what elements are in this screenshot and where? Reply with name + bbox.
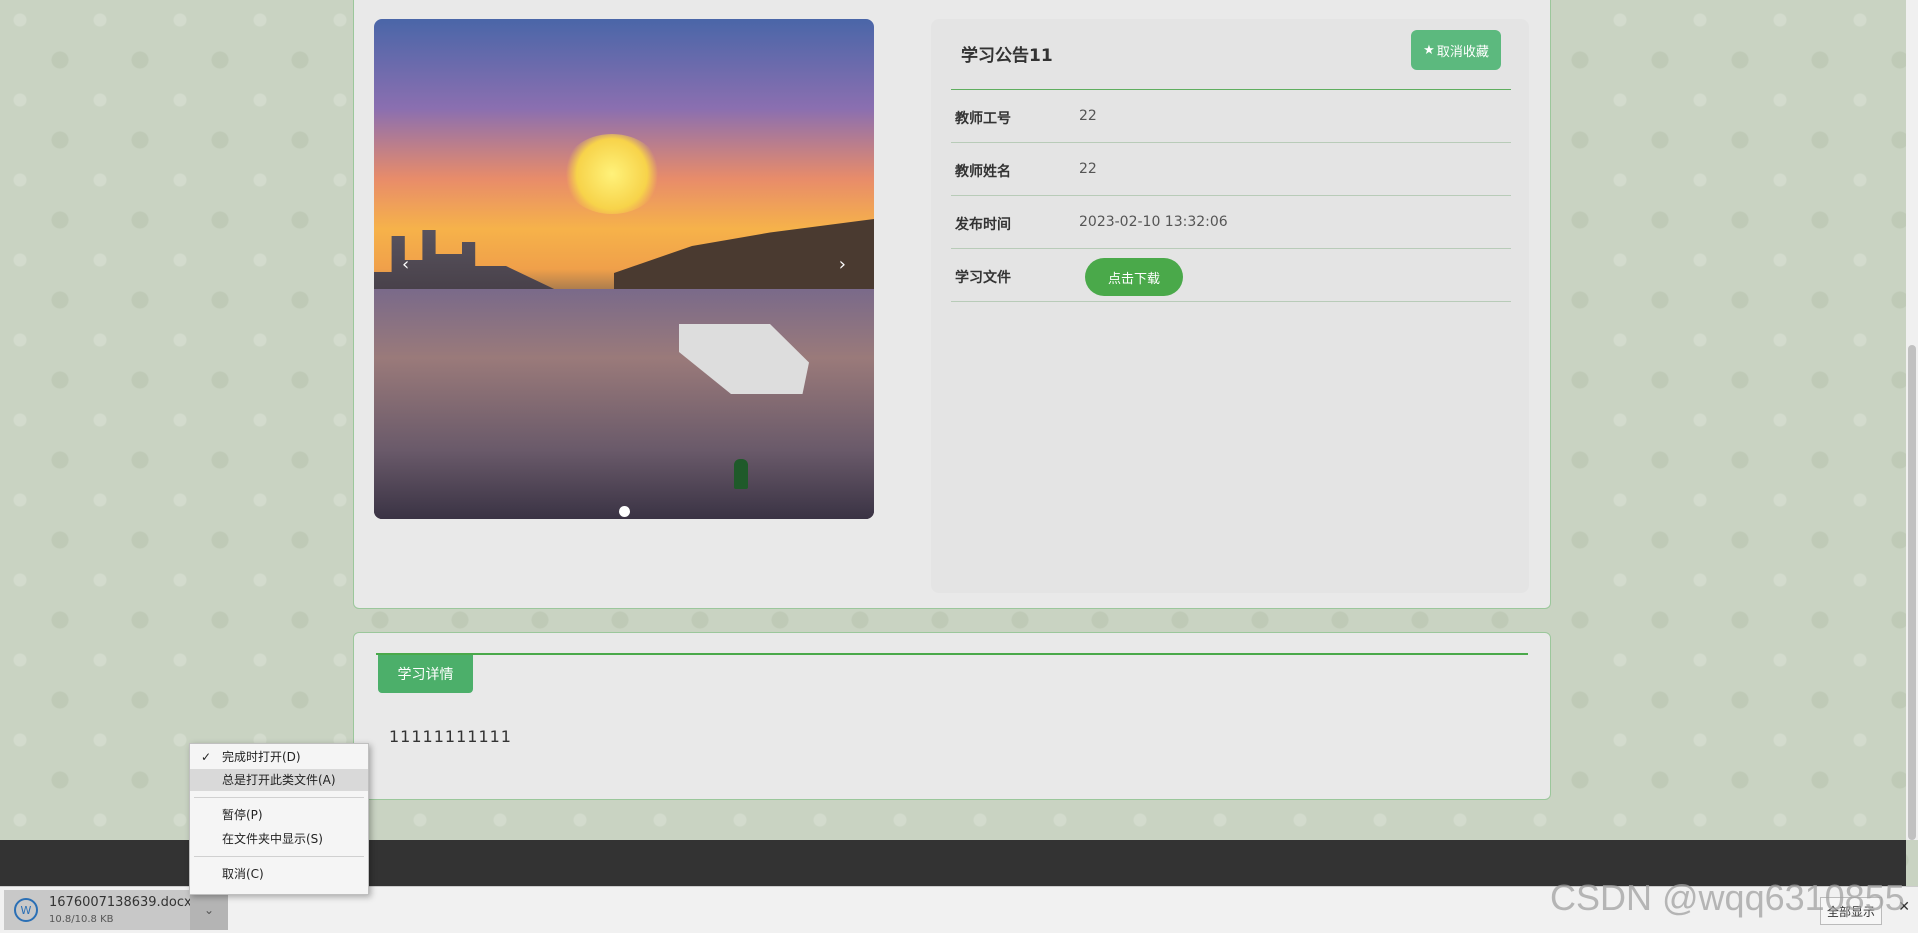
field-row-publish-time: 发布时间 2023-02-10 13:32:06	[951, 196, 1511, 249]
field-label: 教师姓名	[955, 164, 1011, 180]
image-carousel[interactable]: ‹ ›	[374, 19, 874, 519]
field-label: 发布时间	[955, 217, 1011, 233]
field-value: 22	[1079, 161, 1097, 177]
detail-card: 学习详情 11111111111	[353, 632, 1551, 800]
download-button[interactable]: 点击下载	[1085, 258, 1183, 296]
carousel-image-sun	[562, 134, 662, 214]
download-file-size: 10.8/10.8 KB	[49, 914, 114, 925]
menu-item-label: 取消(C)	[222, 867, 264, 881]
menu-separator	[194, 856, 364, 857]
menu-item-always-open-type[interactable]: 总是打开此类文件(A)	[190, 769, 368, 791]
notice-title: 学习公告11	[961, 46, 1053, 66]
field-value: 22	[1079, 108, 1097, 124]
chevron-down-icon[interactable]: ⌄	[190, 890, 228, 930]
menu-item-label: 在文件夹中显示(S)	[222, 832, 323, 846]
page-scrollbar[interactable]	[1906, 0, 1918, 840]
download-context-menu: ✓ 完成时打开(D) 总是打开此类文件(A) 暂停(P) 在文件夹中显示(S) …	[189, 743, 369, 895]
download-file-name: 1676007138639.docx	[49, 895, 192, 910]
field-row-study-file: 学习文件 点击下载	[951, 249, 1511, 302]
menu-item-label: 完成时打开(D)	[222, 750, 301, 764]
carousel-image-river	[374, 289, 874, 519]
field-row-teacher-id: 教师工号 22	[951, 90, 1511, 143]
menu-item-label: 暂停(P)	[222, 808, 263, 822]
docx-file-icon: W	[14, 898, 38, 922]
check-icon: ✓	[201, 750, 212, 764]
field-label: 教师工号	[955, 111, 1011, 127]
detail-content: 11111111111	[389, 727, 512, 746]
carousel-image-buoy	[734, 459, 748, 489]
menu-item-open-when-done[interactable]: ✓ 完成时打开(D)	[190, 746, 368, 768]
download-item[interactable]: W 1676007138639.docx 10.8/10.8 KB ⌄	[4, 890, 228, 930]
tab-divider	[376, 653, 1528, 655]
menu-item-label: 总是打开此类文件(A)	[222, 773, 336, 787]
field-value: 2023-02-10 13:32:06	[1079, 214, 1228, 230]
carousel-next-arrow-icon[interactable]: ›	[839, 254, 846, 275]
menu-item-cancel[interactable]: 取消(C)	[190, 863, 368, 885]
notice-header: 学习公告11 ★ 取消收藏	[951, 19, 1511, 90]
close-icon[interactable]: ✕	[1898, 899, 1910, 915]
menu-item-show-in-folder[interactable]: 在文件夹中显示(S)	[190, 828, 368, 850]
field-label: 学习文件	[955, 270, 1011, 286]
carousel-prev-arrow-icon[interactable]: ‹	[402, 254, 409, 275]
menu-separator	[194, 797, 364, 798]
unfavorite-button[interactable]: ★ 取消收藏	[1411, 30, 1501, 70]
show-all-downloads-button[interactable]: 全部显示	[1820, 897, 1882, 925]
unfavorite-button-label: 取消收藏	[1436, 43, 1489, 59]
scrollbar-thumb[interactable]	[1908, 345, 1916, 840]
star-icon: ★	[1423, 42, 1435, 57]
tab-study-detail[interactable]: 学习详情	[378, 655, 473, 693]
menu-item-pause[interactable]: 暂停(P)	[190, 804, 368, 826]
notice-info-panel: 学习公告11 ★ 取消收藏 教师工号 22 教师姓名 22 发布时间 2023-…	[931, 19, 1529, 593]
notice-card: ‹ › 学习公告11 ★ 取消收藏 教师工号 22 教师姓名 22 发布时间 2…	[353, 0, 1551, 609]
carousel-indicator-dot[interactable]	[619, 506, 630, 517]
field-row-teacher-name: 教师姓名 22	[951, 143, 1511, 196]
